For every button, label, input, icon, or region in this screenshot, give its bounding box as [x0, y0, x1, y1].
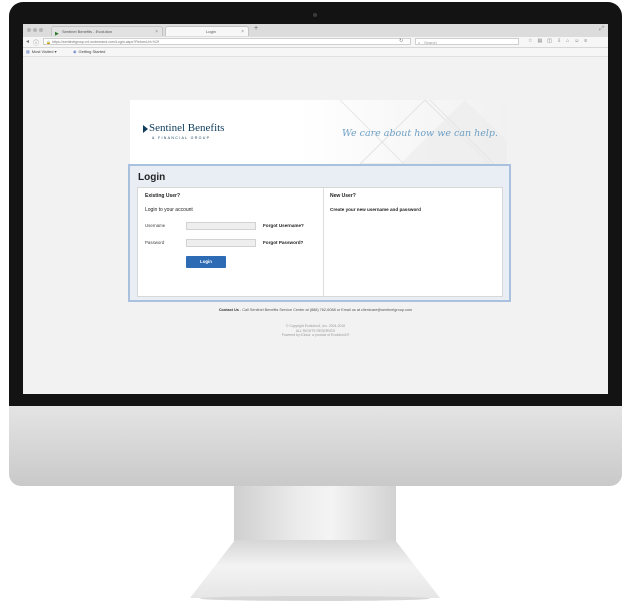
login-title: Login — [138, 172, 166, 183]
existing-user-heading: Existing User? — [145, 193, 181, 199]
monitor-chin — [9, 406, 622, 486]
tab-login[interactable]: Login × — [165, 26, 249, 36]
contact-us-link[interactable]: Contact Us — [219, 308, 239, 312]
login-button[interactable]: Login — [186, 256, 226, 268]
url-text: https://sentinelgroup.ml.ondemand.com/Lo… — [52, 40, 159, 44]
logo-name: Sentinel Benefits — [149, 122, 225, 134]
back-icon[interactable]: ◂ — [26, 38, 29, 45]
bookmark-label: Most Visited — [31, 49, 54, 54]
logo-triangle-icon — [143, 125, 148, 133]
create-account-link[interactable]: Create your new username and password — [330, 207, 421, 212]
screen: ▶ Sentinel Benefits - Evolution × Login … — [23, 24, 608, 394]
home-icon[interactable]: ⌂ — [566, 38, 569, 44]
monitor-stand-base — [190, 540, 440, 598]
login-panel: Existing User? Login to your account Use… — [137, 187, 503, 297]
new-tab-icon[interactable]: + — [254, 25, 258, 32]
bookmarks-bar: ▦ Most Visited ▾ ◉ Getting Started — [23, 48, 608, 57]
pocket-icon[interactable]: ◫ — [547, 38, 552, 44]
username-label: Username — [145, 223, 166, 228]
download-icon[interactable]: ⇩ — [557, 38, 561, 44]
camera-dot — [313, 13, 317, 17]
url-bar[interactable]: 🔒 https://sentinelgroup.ml.ondemand.com/… — [43, 38, 411, 45]
header-banner: Sentinel Benefits & FINANCIAL GROUP We c… — [130, 100, 507, 164]
new-user-heading: New User? — [330, 193, 356, 199]
info-icon[interactable]: ⓘ — [33, 38, 39, 47]
bookmark-most-visited[interactable]: ▦ Most Visited ▾ — [26, 48, 57, 56]
star-icon[interactable]: ☆ — [528, 38, 532, 44]
search-input[interactable]: ⌕ Search — [415, 38, 519, 45]
forgot-password-link[interactable]: Forgot Password? — [263, 240, 303, 245]
copyright-block: © Copyright Evolution1, Inc. 2004-2016 A… — [23, 324, 608, 338]
firefox-icon: ◉ — [73, 49, 77, 54]
search-placeholder: Search — [424, 40, 437, 45]
web-page: Sentinel Benefits & FINANCIAL GROUP We c… — [23, 57, 608, 394]
login-box: Login Existing User? Login to your accou… — [128, 164, 511, 302]
close-icon[interactable]: × — [155, 27, 158, 37]
resize-icon[interactable]: ⤢ — [599, 26, 604, 33]
contact-line: Contact Us - Call Sentinel Benefits Serv… — [23, 308, 608, 312]
monitor-stand-neck — [234, 486, 396, 542]
bookmark-label: Getting Started — [78, 49, 106, 54]
bookmark-getting-started[interactable]: ◉ Getting Started — [73, 48, 105, 56]
username-input[interactable] — [186, 222, 256, 230]
tab-label: Sentinel Benefits - Evolution — [62, 29, 113, 34]
logo-subtitle: & FINANCIAL GROUP — [152, 136, 211, 140]
menu-icon[interactable]: ≡ — [584, 38, 587, 44]
tab-sentinel-benefits[interactable]: ▶ Sentinel Benefits - Evolution × — [51, 26, 163, 37]
close-icon[interactable]: × — [241, 27, 244, 37]
chat-icon[interactable]: ☺ — [574, 38, 579, 44]
reload-icon[interactable]: ↻ — [399, 38, 403, 44]
password-input[interactable] — [186, 239, 256, 247]
column-divider — [323, 188, 324, 296]
search-icon: ⌕ — [418, 40, 421, 45]
stand-shadow — [200, 596, 430, 601]
lock-icon: 🔒 — [46, 40, 51, 45]
browser-nav-bar: ◂ ⓘ 🔒 https://sentinelgroup.ml.ondemand.… — [23, 37, 608, 48]
forgot-username-link[interactable]: Forgot Username? — [263, 223, 304, 228]
tab-label: Login — [206, 29, 216, 34]
existing-user-subtitle: Login to your account — [145, 207, 193, 213]
reader-icon[interactable]: ▤ — [537, 38, 542, 44]
browser-tab-bar: ▶ Sentinel Benefits - Evolution × Login … — [23, 24, 608, 37]
contact-text: - Call Sentinel Benefits Service Center … — [238, 308, 413, 312]
window-controls[interactable] — [27, 28, 43, 32]
powered-by-line: Powered by iCloud, a product of Evolutio… — [281, 333, 350, 338]
tagline: We care about how we can help. — [342, 128, 498, 139]
password-label: Password — [145, 240, 165, 245]
toolbar-icons: ☆ ▤ ◫ ⇩ ⌂ ☺ ≡ — [528, 38, 587, 44]
folder-icon: ▦ — [26, 49, 30, 54]
